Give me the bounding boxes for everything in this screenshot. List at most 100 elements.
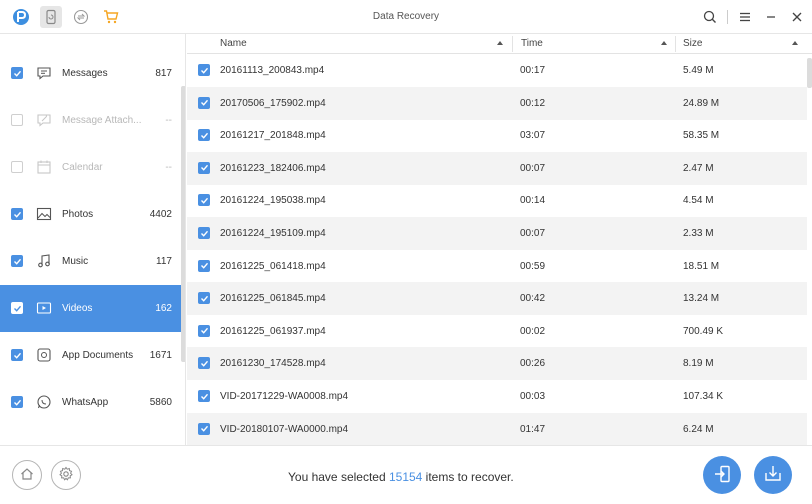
file-size: 700.49 K: [683, 325, 724, 337]
sort-ascending-icon[interactable]: [792, 41, 798, 45]
table-row[interactable]: 20161223_182406.mp4 00:07 2.47 M: [187, 151, 807, 185]
sidebar-item-app-documents[interactable]: App Documents 1671: [0, 332, 182, 379]
file-size: 5.49 M: [683, 65, 714, 76]
sidebar-item-label: Videos: [62, 303, 93, 314]
music-icon: [35, 252, 53, 270]
column-header-time[interactable]: Time: [521, 34, 543, 54]
column-divider[interactable]: [512, 36, 513, 52]
close-icon[interactable]: [788, 8, 806, 26]
attachment-icon: [35, 111, 53, 129]
table-scrollbar[interactable]: [807, 58, 812, 88]
table-row[interactable]: 20161225_061418.mp4 00:59 18.51 M: [187, 250, 807, 283]
settings-button[interactable]: [51, 460, 81, 490]
table-row[interactable]: 20170506_175902.mp4 00:12 24.89 M: [187, 86, 807, 120]
row-checkbox[interactable]: [198, 64, 210, 76]
footer-bar: You have selected 15154 items to recover…: [0, 445, 812, 504]
recover-to-computer-button[interactable]: [754, 456, 792, 494]
file-duration: 00:14: [520, 195, 546, 207]
table-row[interactable]: 20161113_200843.mp4 00:17 5.49 M: [187, 54, 807, 87]
calendar-icon: [35, 158, 53, 176]
sidebar-item-count: 5860: [149, 397, 172, 408]
sidebar-item-label: App Documents: [62, 350, 134, 361]
divider: [727, 10, 728, 24]
download-to-computer-icon: [763, 464, 783, 487]
category-checkbox[interactable]: [11, 396, 23, 408]
sidebar-scrollbar[interactable]: [181, 86, 185, 362]
sort-ascending-icon[interactable]: [497, 41, 503, 45]
row-checkbox[interactable]: [198, 390, 210, 402]
file-duration: 01:47: [520, 423, 546, 435]
app-documents-icon: [35, 346, 53, 364]
file-duration: 00:17: [520, 65, 546, 76]
sidebar-item-label: Calendar: [62, 162, 103, 173]
row-checkbox[interactable]: [198, 422, 210, 435]
table-row[interactable]: 20161225_061845.mp4 00:42 13.24 M: [187, 282, 807, 316]
messages-icon: [35, 64, 53, 82]
row-checkbox[interactable]: [198, 194, 210, 207]
sidebar-item-messages[interactable]: Messages 817: [0, 50, 182, 97]
sidebar-item-whatsapp[interactable]: WhatsApp 5860: [0, 379, 182, 426]
file-size: 4.54 M: [683, 195, 714, 207]
sidebar-item-label: Messages: [62, 68, 108, 79]
videos-icon: [35, 299, 53, 317]
file-name: 20161224_195038.mp4: [220, 195, 326, 207]
row-checkbox[interactable]: [198, 161, 210, 174]
row-checkbox[interactable]: [198, 324, 210, 337]
selection-status: You have selected 15154 items to recover…: [288, 470, 514, 484]
home-button[interactable]: [12, 460, 42, 490]
category-sidebar: Messages 817 Message Attach... -- Calend…: [0, 34, 186, 445]
table-row[interactable]: 20161225_061937.mp4 00:02 700.49 K: [187, 315, 807, 348]
file-size: 6.24 M: [683, 423, 714, 435]
table-row[interactable]: 20161224_195109.mp4 00:07 2.33 M: [187, 217, 807, 250]
file-duration: 00:26: [520, 358, 546, 370]
row-checkbox[interactable]: [198, 259, 210, 272]
file-name: 20161113_200843.mp4: [220, 65, 325, 76]
table-row[interactable]: VID-20171229-WA0008.mp4 00:03 107.34 K: [187, 380, 807, 413]
sidebar-item-photos[interactable]: Photos 4402: [0, 191, 182, 238]
file-duration: 00:42: [520, 293, 546, 305]
export-to-device-icon: [712, 464, 732, 487]
file-name: 20161223_182406.mp4: [220, 162, 326, 174]
file-name: 20161230_174528.mp4: [220, 358, 326, 370]
sort-ascending-icon[interactable]: [661, 41, 667, 45]
file-duration: 00:07: [520, 162, 546, 174]
category-checkbox: [11, 114, 23, 126]
sidebar-item-count: 117: [156, 256, 172, 267]
file-duration: 00:07: [520, 228, 546, 239]
file-duration: 00:03: [520, 391, 546, 402]
sidebar-item-label: Photos: [62, 209, 94, 220]
file-name: VID-20180107-WA0000.mp4: [220, 423, 349, 435]
file-duration: 00:59: [520, 260, 546, 272]
table-row[interactable]: 20161224_195038.mp4 00:14 4.54 M: [187, 184, 807, 217]
category-checkbox[interactable]: [11, 255, 23, 267]
file-name: 20161217_201848.mp4: [220, 130, 326, 142]
category-checkbox[interactable]: [11, 67, 23, 79]
menu-icon[interactable]: [736, 8, 754, 26]
column-header-size[interactable]: Size: [683, 34, 702, 54]
table-row[interactable]: 20161217_201848.mp4 03:07 58.35 M: [187, 119, 807, 152]
sidebar-item-count: 162: [155, 303, 172, 314]
sidebar-item-calendar: Calendar --: [0, 144, 182, 191]
table-row[interactable]: 20161230_174528.mp4 00:26 8.19 M: [187, 347, 807, 381]
sidebar-item-music[interactable]: Music 117: [0, 238, 182, 285]
row-checkbox[interactable]: [198, 357, 210, 370]
row-checkbox[interactable]: [198, 227, 210, 239]
table-row[interactable]: VID-20180107-WA0000.mp4 01:47 6.24 M: [187, 412, 807, 445]
row-checkbox[interactable]: [198, 96, 210, 109]
search-icon[interactable]: [701, 8, 719, 26]
category-checkbox[interactable]: [11, 302, 23, 314]
minimize-icon[interactable]: [762, 8, 780, 26]
sidebar-item-message-attachments: Message Attach... --: [0, 97, 182, 144]
category-checkbox[interactable]: [11, 208, 23, 220]
row-checkbox[interactable]: [198, 292, 210, 305]
file-size: 2.33 M: [683, 228, 714, 239]
file-size: 13.24 M: [683, 293, 720, 305]
sidebar-item-videos[interactable]: Videos 162: [0, 285, 182, 332]
row-checkbox[interactable]: [198, 129, 210, 142]
export-to-device-button[interactable]: [703, 456, 741, 494]
column-divider[interactable]: [675, 36, 676, 52]
column-header-name[interactable]: Name: [220, 34, 247, 54]
file-size: 107.34 K: [683, 391, 724, 402]
sidebar-item-count: 1671: [149, 350, 172, 361]
category-checkbox[interactable]: [11, 349, 23, 361]
